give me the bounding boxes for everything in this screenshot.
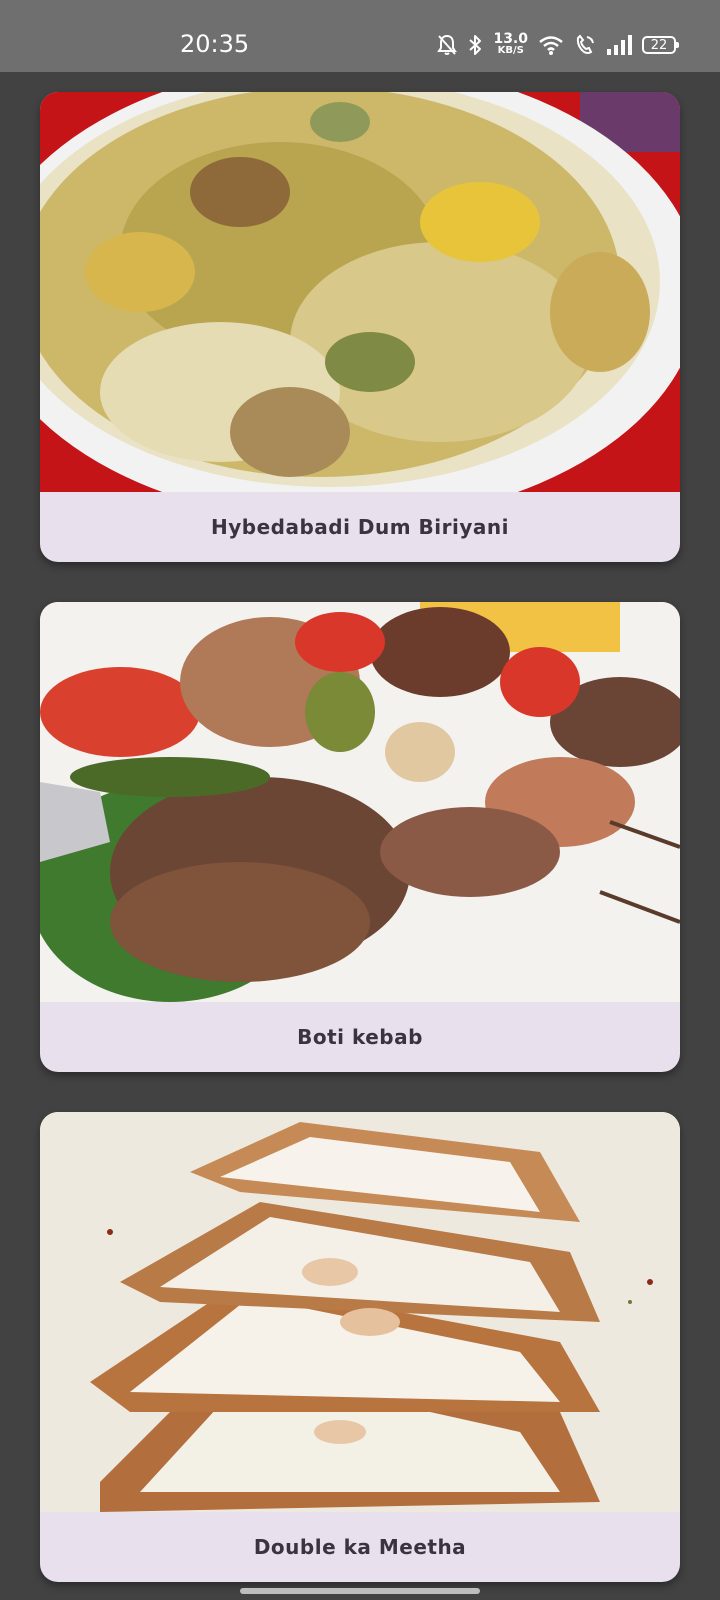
card-title: Boti kebab [297,1025,423,1049]
clock: 20:35 [180,30,250,58]
status-bar: 20:35 13.0 KB/S 22 [0,0,720,72]
biryani-photo [40,92,680,492]
net-speed-unit: KB/S [497,45,524,56]
wifi-calling-icon [574,34,596,56]
card-title: Hybedabadi Dum Biriyani [210,515,509,539]
card-title: Double ka Meetha [253,1535,467,1559]
food-card-biryani[interactable]: Hybedabadi Dum Biriyani [40,92,680,562]
battery-icon: 22 [642,36,679,54]
food-card-double-ka-meetha[interactable]: Double ka Meetha [40,1112,680,1582]
double-ka-meetha-photo [40,1112,680,1512]
kebab-photo [40,602,680,1002]
bluetooth-icon [467,34,483,56]
wifi-icon [538,34,564,56]
status-icons: 13.0 KB/S 22 [437,30,679,60]
net-speed: 13.0 KB/S [493,31,528,57]
home-indicator[interactable] [240,1588,480,1594]
mute-icon [437,34,458,56]
food-card-boti-kebab[interactable]: Boti kebab [40,602,680,1072]
signal-icon [606,34,632,56]
net-speed-value: 13.0 [493,31,528,47]
